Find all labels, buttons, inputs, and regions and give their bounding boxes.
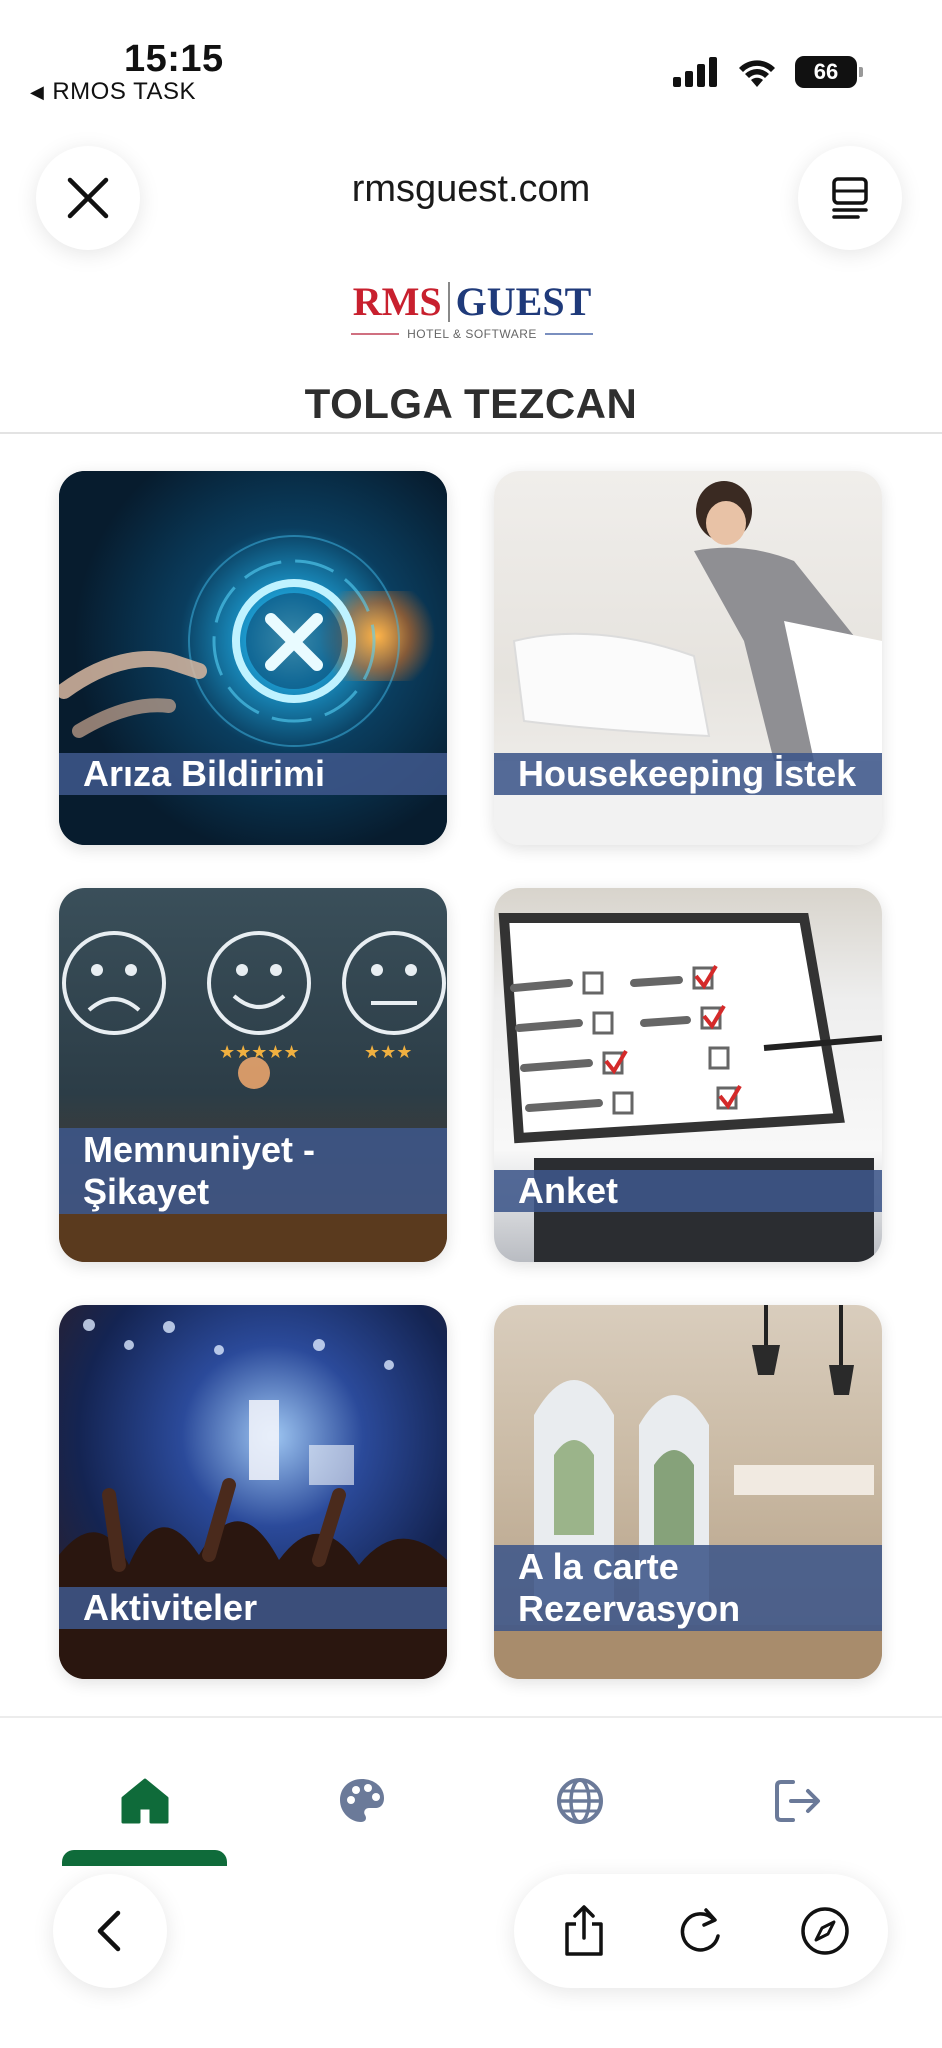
reload-icon bbox=[680, 1908, 720, 1952]
app-bottom-nav bbox=[0, 1716, 942, 1868]
logo-wordmark: RMS GUEST bbox=[342, 278, 602, 325]
tabs-button[interactable] bbox=[798, 146, 902, 250]
card-aktiviteler[interactable]: Aktiviteler bbox=[59, 1305, 447, 1679]
status-icons: 66 bbox=[673, 56, 863, 88]
signal-icon bbox=[673, 57, 717, 87]
card-anket[interactable]: Anket bbox=[494, 888, 882, 1262]
logo-guest-text: GUEST bbox=[455, 279, 592, 324]
back-triangle-icon: ◀ bbox=[30, 81, 45, 102]
share-button[interactable] bbox=[549, 1896, 619, 1966]
nav-palette[interactable] bbox=[322, 1776, 402, 1856]
home-icon bbox=[121, 1778, 169, 1824]
card-label: A la carte Rezervasyon bbox=[494, 1545, 882, 1631]
browser-tools-pill bbox=[514, 1874, 888, 1988]
nav-home[interactable] bbox=[105, 1776, 185, 1856]
back-icon bbox=[97, 1910, 121, 1952]
reload-button[interactable] bbox=[666, 1896, 736, 1966]
logo-separator bbox=[447, 281, 450, 322]
browser-bottom-toolbar bbox=[0, 1866, 942, 2048]
logo-rms-text: RMS bbox=[352, 279, 442, 324]
compass-icon bbox=[801, 1907, 849, 1955]
card-label: Memnuniyet - Şikayet bbox=[59, 1128, 447, 1214]
palette-icon bbox=[340, 1779, 384, 1822]
status-bar: 15:15 ◀ RMOS TASK 66 bbox=[0, 0, 942, 110]
back-app-label: RMOS TASK bbox=[52, 78, 196, 105]
card-a-la-carte-rezervasyon[interactable]: A la carte Rezervasyon bbox=[494, 1305, 882, 1679]
tabs-icon bbox=[832, 177, 868, 219]
card-label: Housekeeping İstek bbox=[494, 753, 882, 795]
battery-level: 66 bbox=[813, 59, 839, 84]
status-time: 15:15 bbox=[124, 38, 224, 80]
back-to-app-link[interactable]: ◀ RMOS TASK bbox=[30, 78, 196, 106]
share-icon bbox=[565, 1905, 603, 1956]
header-divider bbox=[0, 432, 942, 434]
user-name: TOLGA TEZCAN bbox=[304, 380, 638, 427]
card-label: Arıza Bildirimi bbox=[59, 753, 447, 795]
logout-icon bbox=[775, 1780, 820, 1822]
nav-logout[interactable] bbox=[758, 1776, 838, 1856]
logo-subtitle-text: HOTEL & SOFTWARE bbox=[407, 327, 537, 341]
card-label: Aktiviteler bbox=[59, 1587, 447, 1629]
card-label: Anket bbox=[494, 1170, 882, 1212]
compass-button[interactable] bbox=[790, 1896, 860, 1966]
nav-language[interactable] bbox=[540, 1776, 620, 1856]
svg-text:★★★: ★★★ bbox=[364, 1042, 412, 1063]
logo-subtitle: HOTEL & SOFTWARE bbox=[342, 327, 602, 341]
browser-header: rmsguest.com bbox=[0, 130, 942, 260]
battery-icon: 66 bbox=[795, 56, 863, 88]
logo-line-right bbox=[544, 333, 593, 335]
logo-line-left bbox=[351, 333, 400, 335]
browser-back-button[interactable] bbox=[53, 1874, 167, 1988]
card-ariza-bildirimi[interactable]: Arıza Bildirimi bbox=[59, 471, 447, 845]
card-housekeeping-istek[interactable]: Housekeeping İstek bbox=[494, 471, 882, 845]
globe-icon bbox=[557, 1778, 603, 1824]
card-memnuniyet-sikayet[interactable]: ★★★★★ ★★★ Memnuniyet - Şikayet bbox=[59, 888, 447, 1262]
rms-guest-logo: RMS GUEST HOTEL & SOFTWARE bbox=[342, 278, 602, 358]
wifi-icon bbox=[739, 60, 775, 87]
